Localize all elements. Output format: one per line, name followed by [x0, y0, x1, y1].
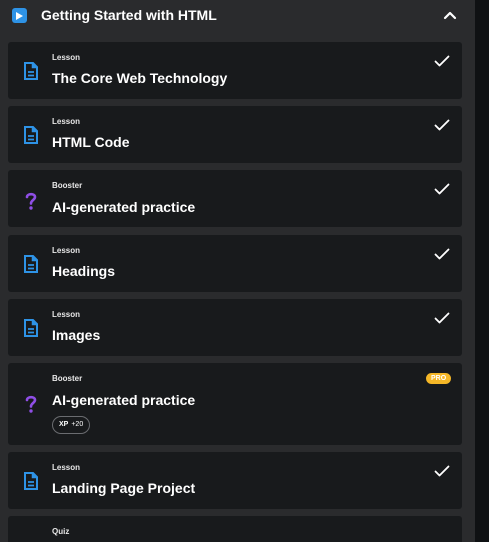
lesson-doc-icon	[24, 255, 38, 273]
item-title: Landing Page Project	[52, 480, 196, 496]
lesson-doc-icon	[24, 126, 38, 144]
check-icon	[434, 55, 450, 67]
booster-card[interactable]: Booster AI-generated practice	[8, 170, 462, 227]
xp-reward-chip: XP +20	[52, 416, 91, 434]
lesson-card[interactable]: Lesson Images	[8, 299, 462, 356]
item-title: Headings	[52, 263, 116, 279]
item-title: AI-generated practice	[52, 199, 196, 215]
lesson-card[interactable]: Lesson Landing Page Project	[8, 452, 462, 509]
item-type-label: Booster	[52, 374, 83, 383]
item-type-label: Lesson	[52, 310, 81, 319]
xp-value: +20	[71, 421, 84, 428]
play-icon	[12, 8, 27, 23]
item-title: The Core Web Technology	[52, 70, 228, 86]
xp-label: XP	[59, 421, 69, 428]
lesson-card[interactable]: Lesson The Core Web Technology	[8, 42, 462, 99]
lesson-card[interactable]: Lesson Headings	[8, 235, 462, 292]
lesson-card[interactable]: Lesson HTML Code	[8, 106, 462, 163]
question-mark-icon	[25, 192, 37, 210]
check-icon	[434, 312, 450, 324]
question-mark-icon	[25, 395, 37, 413]
pro-badge: PRO	[426, 373, 452, 384]
check-icon	[434, 119, 450, 131]
section-header[interactable]: Getting Started with HTML	[0, 0, 475, 32]
item-title: Images	[52, 327, 101, 343]
item-type-label: Lesson	[52, 117, 81, 126]
booster-card[interactable]: Booster AI-generated practice PRO XP +20	[8, 363, 462, 445]
chevron-up-icon[interactable]	[443, 9, 457, 21]
lesson-doc-icon	[24, 319, 38, 337]
item-type-label: Lesson	[52, 246, 81, 255]
check-icon	[434, 183, 450, 195]
quiz-card[interactable]: Quiz	[8, 516, 462, 542]
item-title: HTML Code	[52, 134, 130, 150]
item-title: AI-generated practice	[52, 392, 196, 408]
section-title: Getting Started with HTML	[41, 7, 217, 23]
item-type-label: Lesson	[52, 53, 81, 62]
item-type-label: Booster	[52, 181, 83, 190]
item-type-label: Quiz	[52, 527, 70, 536]
item-type-label: Lesson	[52, 463, 81, 472]
check-icon	[434, 248, 450, 260]
lesson-doc-icon	[24, 62, 38, 80]
course-section-panel: Getting Started with HTML Lesson The Cor…	[0, 0, 475, 542]
scrollbar-track[interactable]	[475, 0, 489, 542]
check-icon	[434, 465, 450, 477]
lesson-doc-icon	[24, 472, 38, 490]
